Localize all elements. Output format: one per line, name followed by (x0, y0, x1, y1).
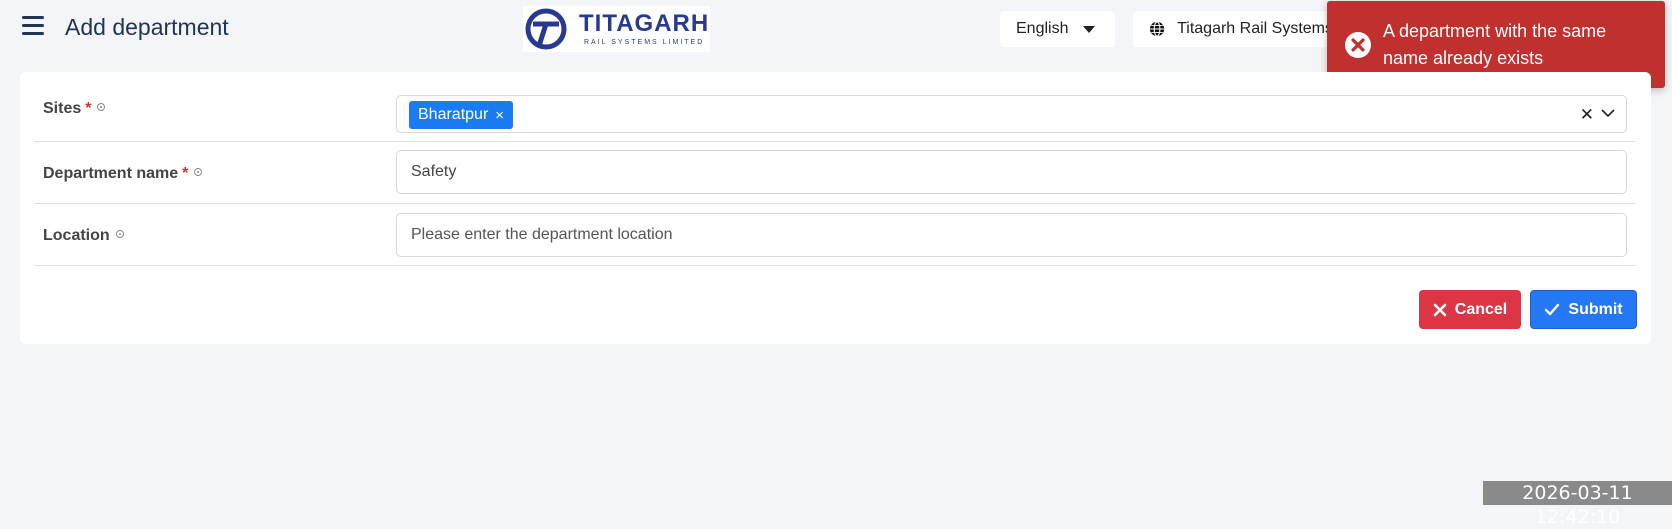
add-department-form: Sites* Bharatpur × ✕ Department name* Lo… (20, 72, 1651, 344)
location-field[interactable] (396, 213, 1627, 257)
help-icon[interactable] (97, 103, 106, 111)
sites-label: Sites * (43, 100, 106, 118)
error-toast-message: A department with the same name already … (1383, 21, 1607, 68)
page-title: Add department (65, 14, 229, 40)
department-name-field[interactable] (396, 150, 1627, 194)
submit-button-label: Submit (1568, 300, 1623, 318)
help-icon[interactable] (115, 230, 124, 238)
submit-button[interactable]: Submit (1530, 290, 1637, 329)
company-select-value: Titagarh Rail Systems (1177, 20, 1333, 37)
remove-tag-icon[interactable]: × (495, 107, 504, 124)
required-mark: * (85, 100, 92, 117)
check-icon (1545, 303, 1560, 315)
logo-mark-icon (525, 8, 567, 50)
logo-tagline: RAIL SYSTEMS LIMITED (584, 39, 705, 46)
required-mark: * (182, 165, 189, 182)
department-name-row: Department name * (34, 141, 1636, 204)
language-select[interactable]: English (1000, 11, 1115, 47)
language-select-value: English (1016, 20, 1069, 37)
logo-wordmark: TITAGARH (579, 10, 710, 37)
chevron-down-icon[interactable] (1599, 104, 1617, 122)
help-icon[interactable] (194, 168, 203, 176)
company-logo: TITAGARH RAIL SYSTEMS LIMITED (523, 6, 710, 52)
caret-down-icon (1083, 26, 1095, 33)
location-label: Location (43, 227, 124, 245)
site-tag: Bharatpur × (409, 101, 514, 129)
sites-row: Sites * Bharatpur × ✕ (34, 72, 1636, 142)
cancel-button[interactable]: Cancel (1419, 290, 1521, 329)
department-name-label: Department name * (43, 165, 203, 183)
screenshot-timestamp: 2026-03-11 12:42:10 (1483, 481, 1672, 528)
menu-icon[interactable] (22, 16, 44, 36)
department-name-input[interactable] (397, 151, 1626, 193)
globe-icon (1149, 21, 1165, 37)
sites-multiselect[interactable]: Bharatpur × ✕ (396, 95, 1627, 133)
location-row: Location (34, 203, 1636, 266)
error-icon (1345, 32, 1371, 58)
cancel-button-label: Cancel (1454, 300, 1508, 318)
site-tag-label: Bharatpur (418, 106, 489, 123)
clear-selection-icon[interactable]: ✕ (1580, 105, 1594, 125)
company-select[interactable]: Titagarh Rail Systems (1133, 11, 1333, 47)
close-icon (1433, 303, 1447, 316)
location-input[interactable] (397, 214, 1626, 256)
